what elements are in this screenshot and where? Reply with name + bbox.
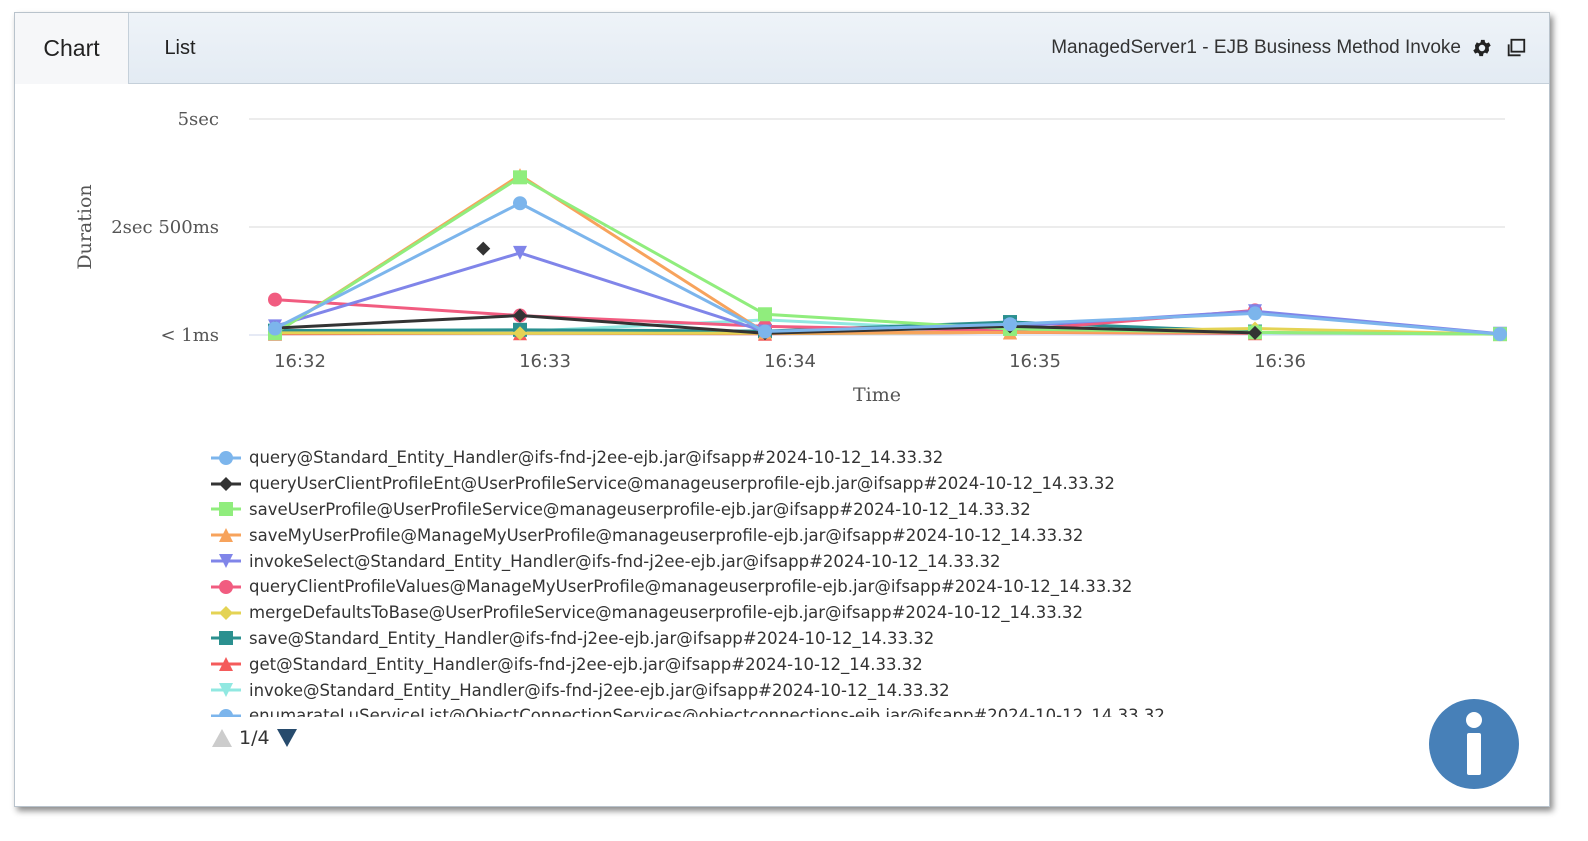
legend-item[interactable]: queryClientProfileValues@ManageMyUserPro…: [211, 574, 1311, 600]
panel-header: Chart List ManagedServer1 - EJB Business…: [15, 13, 1549, 84]
popout-icon[interactable]: [1505, 37, 1527, 59]
legend-label: query@Standard_Entity_Handler@ifs-fnd-j2…: [249, 448, 944, 468]
legend-item[interactable]: mergeDefaultsToBase@UserProfileService@m…: [211, 600, 1311, 626]
series-point: [268, 321, 282, 336]
series-point: [1493, 327, 1507, 342]
legend-item[interactable]: get@Standard_Entity_Handler@ifs-fnd-j2ee…: [211, 651, 1311, 677]
series-line: [274, 201, 1501, 336]
legend-label: invoke@Standard_Entity_Handler@ifs-fnd-j…: [249, 680, 950, 700]
tab-chart[interactable]: Chart: [15, 13, 129, 84]
legend-marker-icon: [211, 657, 241, 672]
legend-page-label: 1/4: [239, 727, 270, 749]
legend-item[interactable]: invoke@Standard_Entity_Handler@ifs-fnd-j…: [211, 677, 1311, 703]
series-point: [758, 324, 772, 339]
legend-item[interactable]: saveUserProfile@UserProfileService@manag…: [211, 497, 1311, 523]
series-point: [1248, 306, 1262, 321]
legend-item[interactable]: save@Standard_Entity_Handler@ifs-fnd-j2e…: [211, 626, 1311, 652]
x-tick-label: 16:33: [519, 351, 571, 372]
legend-label: enumarateLuServiceList@ObjectConnectionS…: [249, 706, 1165, 717]
series-point: [758, 307, 772, 322]
x-tick-label: 16:36: [1254, 351, 1306, 372]
legend-label: invokeSelect@Standard_Entity_Handler@ifs…: [249, 551, 1001, 571]
legend-marker-icon: [211, 528, 241, 543]
legend-marker-icon: [211, 502, 241, 517]
legend-item[interactable]: saveMyUserProfile@ManageMyUserProfile@ma…: [211, 522, 1311, 548]
legend-marker-icon: [211, 450, 241, 465]
chart-panel: Chart List ManagedServer1 - EJB Business…: [14, 12, 1550, 807]
line-chart: 5sec 2sec 500ms < 1ms 16:32 16:33 16:34 16:35 1…: [15, 85, 1549, 445]
y-tick-label: < 1ms: [160, 325, 219, 346]
legend-item[interactable]: invokeSelect@Standard_Entity_Handler@ifs…: [211, 548, 1311, 574]
legend-item[interactable]: queryUserClientProfileEnt@UserProfileSer…: [211, 471, 1311, 497]
chart-svg: 5sec 2sec 500ms < 1ms 16:32 16:33 16:34 16:35 1…: [74, 109, 1507, 406]
y-axis-title: Duration: [74, 184, 96, 269]
legend-pager: 1/4: [211, 725, 298, 751]
legend-label: saveUserProfile@UserProfileService@manag…: [249, 499, 1031, 519]
y-tick-label: 5sec: [178, 109, 219, 130]
series-point: [513, 196, 527, 211]
x-tick-label: 16:35: [1009, 351, 1061, 372]
legend-marker-icon: [211, 554, 241, 569]
panel-title: ManagedServer1 - EJB Business Method Inv…: [1051, 37, 1461, 58]
legend-label: queryClientProfileValues@ManageMyUserPro…: [249, 577, 1133, 597]
x-tick-label: 16:34: [764, 351, 816, 372]
tab-list[interactable]: List: [128, 13, 232, 83]
info-icon[interactable]: [1428, 698, 1520, 790]
series-point: [268, 292, 282, 307]
legend-label: save@Standard_Entity_Handler@ifs-fnd-j2e…: [249, 628, 935, 648]
series-point: [1003, 317, 1017, 332]
legend-label: queryUserClientProfileEnt@UserProfileSer…: [249, 474, 1115, 494]
y-tick-label: 2sec 500ms: [111, 217, 219, 238]
legend-marker-icon: [211, 708, 241, 717]
legend-page-up-icon[interactable]: [211, 727, 233, 749]
legend-marker-icon: [211, 579, 241, 594]
series-point: [476, 241, 491, 256]
gear-icon[interactable]: [1471, 37, 1493, 59]
legend-item[interactable]: query@Standard_Entity_Handler@ifs-fnd-j2…: [211, 445, 1311, 471]
series-point: [513, 170, 527, 185]
legend-page-down-icon[interactable]: [276, 727, 298, 749]
x-axis-title: Time: [853, 384, 901, 406]
legend-marker-icon: [211, 476, 241, 491]
legend-marker-icon: [211, 683, 241, 698]
legend-label: mergeDefaultsToBase@UserProfileService@m…: [249, 603, 1084, 623]
legend-label: saveMyUserProfile@ManageMyUserProfile@ma…: [249, 525, 1084, 545]
x-tick-label: 16:32: [274, 351, 326, 372]
legend-label: get@Standard_Entity_Handler@ifs-fnd-j2ee…: [249, 654, 923, 674]
legend-item[interactable]: enumarateLuServiceList@ObjectConnectionS…: [211, 703, 1311, 717]
chart-legend: query@Standard_Entity_Handler@ifs-fnd-j2…: [211, 445, 1311, 717]
legend-marker-icon: [211, 605, 241, 620]
legend-marker-icon: [211, 631, 241, 646]
